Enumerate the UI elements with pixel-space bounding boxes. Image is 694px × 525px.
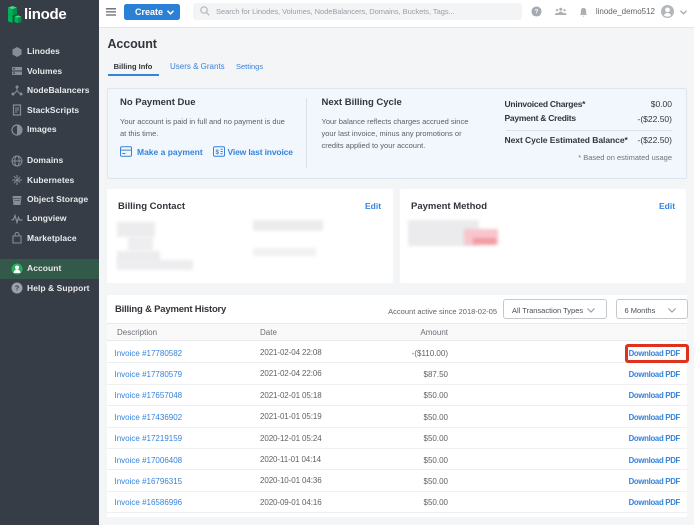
svg-text:?: ? [535,9,539,16]
svg-text:?: ? [15,286,19,293]
svg-text:$: $ [215,149,219,156]
